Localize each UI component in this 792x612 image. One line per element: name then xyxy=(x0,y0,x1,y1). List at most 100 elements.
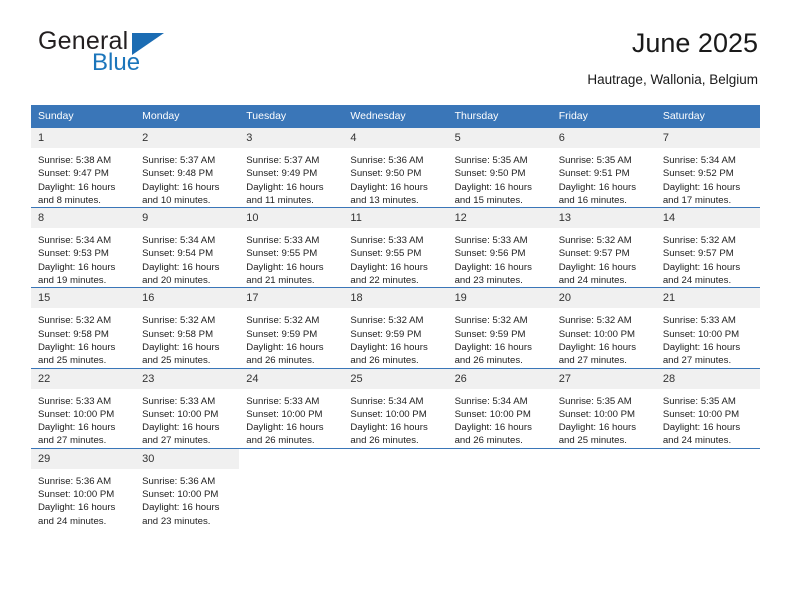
sunset-text: Sunset: 9:54 PM xyxy=(142,248,214,260)
brand-name-blue: Blue xyxy=(92,49,141,76)
calendar-day-cell[interactable]: 2 Sunrise: 5:37 AM Sunset: 9:48 PM Daylight… xyxy=(135,126,240,208)
daylight-line2-text: and 27 minutes. xyxy=(662,355,732,367)
daylight-line2-text: and 24 minutes. xyxy=(662,275,732,287)
calendar-day-cell[interactable]: 11 Sunrise: 5:33 AM Sunset: 9:55 PM Dayligh… xyxy=(343,207,448,288)
calendar-day-cell[interactable]: 5 Sunrise: 5:35 AM Sunset: 9:50 PM Daylight… xyxy=(447,126,552,208)
calendar-day-cell[interactable]: 13 Sunrise: 5:32 AM Sunset: 9:57 PM Dayligh… xyxy=(551,207,656,288)
weekday-header-monday: Monday xyxy=(135,105,240,128)
day-details: Sunrise: 5:32 AM Sunset: 9:59 PM Daylight:… xyxy=(239,308,343,367)
calendar-day-cell[interactable]: 12 Sunrise: 5:33 AM Sunset: 9:56 PM Dayligh… xyxy=(447,207,552,288)
sunrise-text: Sunrise: 5:33 AM xyxy=(662,315,736,327)
day-number: 14 xyxy=(655,208,760,229)
calendar-day-cell[interactable]: 21 Sunrise: 5:33 AM Sunset: 10:00 PM Daylig… xyxy=(655,287,760,369)
sunset-text: Sunset: 10:00 PM xyxy=(38,489,115,501)
day-details: Sunrise: 5:34 AM Sunset: 9:53 PM Daylight:… xyxy=(31,228,135,287)
daylight-line1-text: Daylight: 16 hours xyxy=(246,181,324,193)
calendar-empty-cell xyxy=(343,447,448,528)
daylight-line2-text: and 27 minutes. xyxy=(142,435,211,447)
sunset-text: Sunset: 9:47 PM xyxy=(38,168,109,180)
daylight-line1-text: Daylight: 16 hours xyxy=(38,502,116,514)
daylight-line1-text: Daylight: 16 hours xyxy=(246,261,324,273)
daylight-line1-text: Daylight: 16 hours xyxy=(454,181,532,193)
calendar-day-cell[interactable]: 3 Sunrise: 5:37 AM Sunset: 9:49 PM Daylight… xyxy=(239,126,344,208)
day-details: Sunrise: 5:32 AM Sunset: 9:59 PM Daylight:… xyxy=(448,308,552,367)
calendar-day-cell[interactable]: 14 Sunrise: 5:32 AM Sunset: 9:57 PM Dayligh… xyxy=(655,207,760,288)
weekday-header-thursday: Thursday xyxy=(447,105,552,128)
daylight-line1-text: Daylight: 16 hours xyxy=(38,341,116,353)
daylight-line1-text: Daylight: 16 hours xyxy=(142,341,220,353)
day-details: Sunrise: 5:33 AM Sunset: 9:55 PM Daylight:… xyxy=(343,228,447,287)
day-details: Sunrise: 5:35 AM Sunset: 10:00 PM Daylight… xyxy=(656,389,760,448)
day-details: Sunrise: 5:34 AM Sunset: 10:00 PM Daylight… xyxy=(343,389,447,448)
sunrise-text: Sunrise: 5:35 AM xyxy=(662,395,736,407)
daylight-line1-text: Daylight: 16 hours xyxy=(246,422,324,434)
calendar-day-cell[interactable]: 9 Sunrise: 5:34 AM Sunset: 9:54 PM Daylight… xyxy=(135,207,240,288)
day-number: 18 xyxy=(343,288,448,309)
calendar-day-cell[interactable]: 4 Sunrise: 5:36 AM Sunset: 9:50 PM Daylight… xyxy=(343,126,448,208)
sunset-text: Sunset: 9:52 PM xyxy=(662,168,734,180)
calendar-day-cell[interactable]: 17 Sunrise: 5:32 AM Sunset: 9:59 PM Dayligh… xyxy=(239,287,344,369)
day-number: 9 xyxy=(135,208,240,229)
sunset-text: Sunset: 9:55 PM xyxy=(350,248,422,260)
weekday-header-saturday: Saturday xyxy=(655,105,760,128)
sunrise-text: Sunrise: 5:35 AM xyxy=(558,395,632,407)
calendar-day-cell[interactable]: 19 Sunrise: 5:32 AM Sunset: 9:59 PM Dayligh… xyxy=(447,287,552,369)
calendar-day-cell[interactable]: 15 Sunrise: 5:32 AM Sunset: 9:58 PM Dayligh… xyxy=(31,287,136,369)
day-number: 28 xyxy=(655,368,760,389)
calendar-day-cell[interactable]: 23 Sunrise: 5:33 AM Sunset: 10:00 PM Daylig… xyxy=(135,367,240,449)
calendar-day-cell[interactable]: 1 Sunrise: 5:38 AM Sunset: 9:47 PM Daylight… xyxy=(31,126,136,208)
day-details: Sunrise: 5:34 AM Sunset: 9:52 PM Daylight:… xyxy=(656,148,760,207)
day-number: 3 xyxy=(239,128,344,148)
sunrise-text: Sunrise: 5:32 AM xyxy=(558,235,632,247)
page-title: June 2025 xyxy=(631,28,758,58)
day-details: Sunrise: 5:32 AM Sunset: 9:58 PM Daylight:… xyxy=(31,308,135,367)
sunrise-text: Sunrise: 5:32 AM xyxy=(350,315,424,327)
page-header: General Blue June 2025 Hautrage, Walloni… xyxy=(34,26,758,98)
calendar-day-cell[interactable]: 22 Sunrise: 5:33 AM Sunset: 10:00 PM Daylig… xyxy=(31,367,136,449)
day-number: 24 xyxy=(239,368,344,389)
sunset-text: Sunset: 9:58 PM xyxy=(142,328,214,340)
day-number: 7 xyxy=(655,128,760,148)
daylight-line1-text: Daylight: 16 hours xyxy=(454,261,532,273)
sunrise-text: Sunrise: 5:35 AM xyxy=(558,155,632,166)
sunrise-text: Sunrise: 5:33 AM xyxy=(350,235,424,247)
calendar-day-cell[interactable]: 24 Sunrise: 5:33 AM Sunset: 10:00 PM Daylig… xyxy=(239,367,344,449)
calendar-day-cell[interactable]: 18 Sunrise: 5:32 AM Sunset: 9:59 PM Dayligh… xyxy=(343,287,448,369)
calendar-day-cell[interactable]: 27 Sunrise: 5:35 AM Sunset: 10:00 PM Daylig… xyxy=(551,367,656,449)
sunrise-text: Sunrise: 5:35 AM xyxy=(454,155,528,166)
day-details: Sunrise: 5:33 AM Sunset: 9:56 PM Daylight:… xyxy=(448,228,552,287)
calendar-empty-cell xyxy=(447,447,552,528)
calendar-day-cell[interactable]: 8 Sunrise: 5:34 AM Sunset: 9:53 PM Daylight… xyxy=(31,207,136,288)
daylight-line2-text: and 26 minutes. xyxy=(454,435,523,447)
calendar-day-cell[interactable]: 16 Sunrise: 5:32 AM Sunset: 9:58 PM Dayligh… xyxy=(135,287,240,369)
sunrise-text: Sunrise: 5:33 AM xyxy=(38,395,112,407)
sunrise-text: Sunrise: 5:33 AM xyxy=(142,395,216,407)
calendar-day-cell[interactable]: 6 Sunrise: 5:35 AM Sunset: 9:51 PM Daylight… xyxy=(551,126,656,208)
calendar-day-cell[interactable]: 28 Sunrise: 5:35 AM Sunset: 10:00 PM Daylig… xyxy=(655,367,760,449)
day-number xyxy=(448,449,552,469)
daylight-line1-text: Daylight: 16 hours xyxy=(246,341,324,353)
calendar-day-cell[interactable]: 7 Sunrise: 5:34 AM Sunset: 9:52 PM Daylight… xyxy=(655,126,760,208)
day-details: Sunrise: 5:32 AM Sunset: 10:00 PM Daylight… xyxy=(552,308,656,367)
day-number: 27 xyxy=(551,368,656,389)
daylight-line2-text: and 25 minutes. xyxy=(558,435,627,447)
sunset-text: Sunset: 10:00 PM xyxy=(142,489,219,501)
calendar-day-cell[interactable]: 29 Sunrise: 5:36 AM Sunset: 10:00 PM Daylig… xyxy=(31,447,136,528)
sunset-text: Sunset: 9:50 PM xyxy=(454,168,526,180)
sunrise-text: Sunrise: 5:33 AM xyxy=(454,235,528,247)
calendar-day-cell[interactable]: 30 Sunrise: 5:36 AM Sunset: 10:00 PM Daylig… xyxy=(135,447,240,528)
sunset-text: Sunset: 9:59 PM xyxy=(350,328,422,340)
day-details: Sunrise: 5:35 AM Sunset: 9:50 PM Daylight:… xyxy=(448,148,552,207)
day-details: Sunrise: 5:33 AM Sunset: 10:00 PM Daylight… xyxy=(239,389,343,448)
day-number: 20 xyxy=(551,288,656,309)
daylight-line1-text: Daylight: 16 hours xyxy=(142,422,220,434)
day-details: Sunrise: 5:34 AM Sunset: 10:00 PM Daylight… xyxy=(448,389,552,448)
calendar-day-cell[interactable]: 26 Sunrise: 5:34 AM Sunset: 10:00 PM Daylig… xyxy=(447,367,552,449)
calendar-day-cell[interactable]: 10 Sunrise: 5:33 AM Sunset: 9:55 PM Dayligh… xyxy=(239,207,344,288)
calendar-day-cell[interactable]: 25 Sunrise: 5:34 AM Sunset: 10:00 PM Daylig… xyxy=(343,367,448,449)
day-details: Sunrise: 5:33 AM Sunset: 10:00 PM Daylight… xyxy=(31,389,135,448)
brand-logo[interactable]: General Blue xyxy=(34,26,254,88)
day-number: 21 xyxy=(655,288,760,309)
daylight-line2-text: and 20 minutes. xyxy=(142,275,211,287)
calendar-day-cell[interactable]: 20 Sunrise: 5:32 AM Sunset: 10:00 PM Daylig… xyxy=(551,287,656,369)
